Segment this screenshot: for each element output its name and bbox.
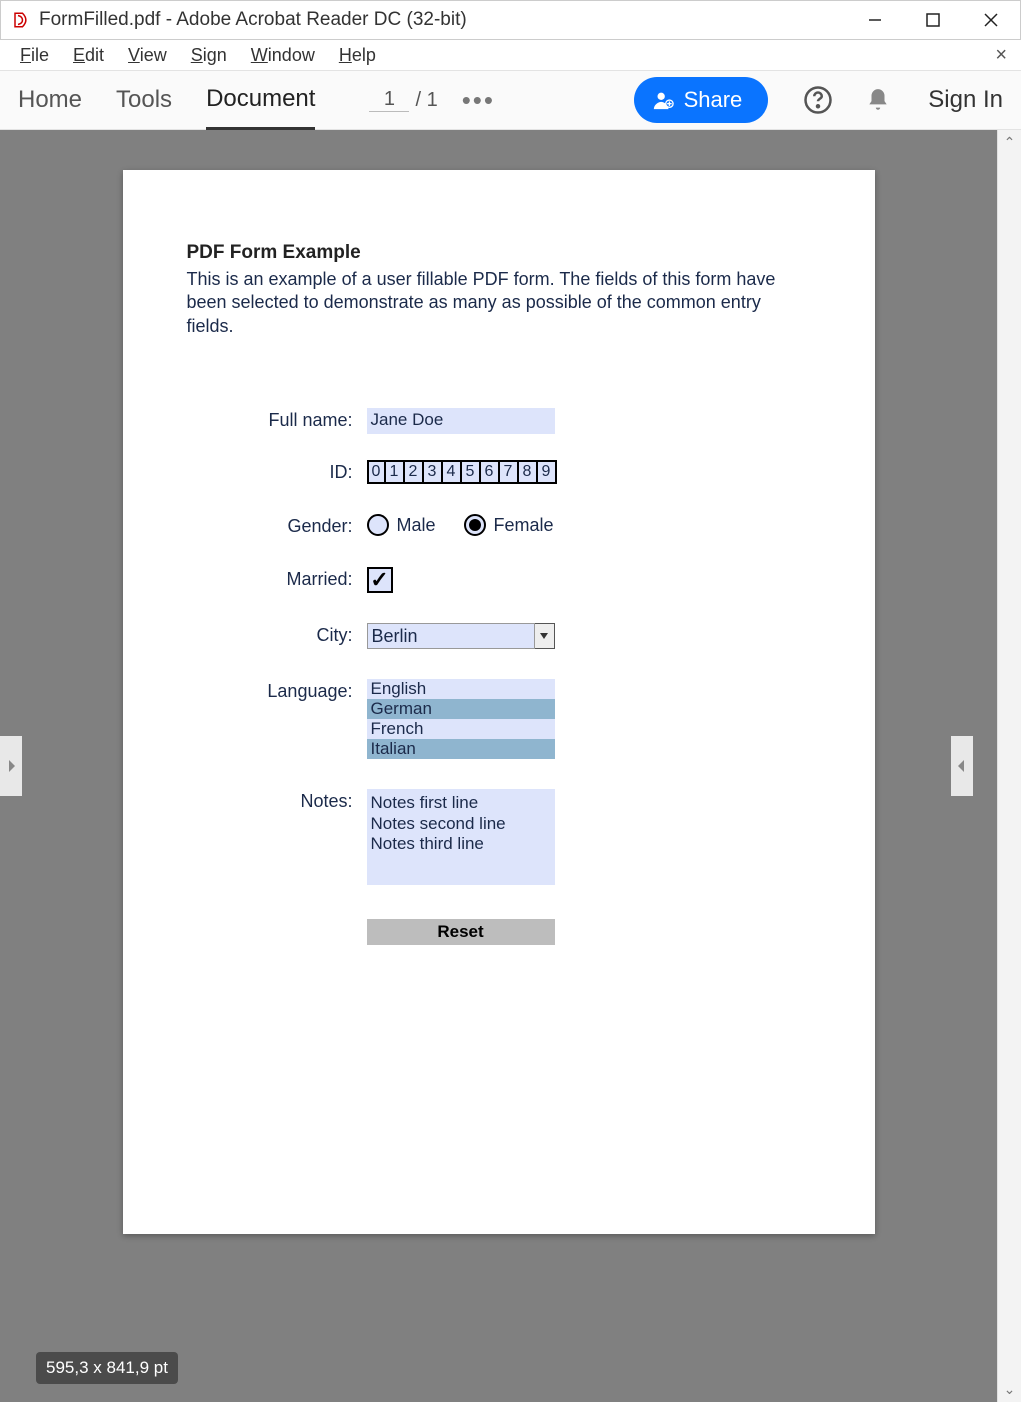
city-select-value: Berlin	[367, 623, 535, 649]
label-id: ID:	[187, 460, 367, 483]
menubar: File Edit View Sign Window Help ×	[0, 40, 1021, 70]
label-gender: Gender:	[187, 514, 367, 537]
more-tools-icon[interactable]: •••	[462, 85, 495, 116]
language-option[interactable]: German	[367, 699, 555, 719]
menu-sign[interactable]: Sign	[191, 45, 227, 66]
scroll-down-icon[interactable]: ⌄	[998, 1381, 1021, 1398]
page-heading: PDF Form Example	[187, 242, 811, 264]
married-checkbox[interactable]	[367, 567, 393, 593]
id-digit-box[interactable]: 9	[538, 460, 557, 484]
window-title: FormFilled.pdf - Adobe Acrobat Reader DC…	[39, 9, 467, 31]
id-digit-box[interactable]: 6	[481, 460, 500, 484]
label-notes: Notes:	[187, 789, 367, 812]
id-digit-box[interactable]: 0	[367, 460, 386, 484]
menu-help[interactable]: Help	[339, 45, 376, 66]
language-listbox[interactable]: EnglishGermanFrenchItalian	[367, 679, 555, 759]
menu-view[interactable]: View	[128, 45, 167, 66]
menu-file[interactable]: File	[20, 45, 49, 66]
menu-edit[interactable]: Edit	[73, 45, 104, 66]
window-minimize-button[interactable]	[846, 1, 904, 39]
left-panel-handle[interactable]	[0, 736, 22, 796]
gender-male-radio[interactable]	[367, 514, 389, 536]
share-button[interactable]: Share	[634, 77, 769, 123]
menu-window[interactable]: Window	[251, 45, 315, 66]
page-total: 1	[427, 89, 438, 112]
tab-tools[interactable]: Tools	[116, 72, 172, 128]
gender-female-label: Female	[494, 515, 554, 536]
acrobat-icon	[11, 10, 31, 30]
language-option[interactable]: Italian	[367, 739, 555, 759]
label-married: Married:	[187, 567, 367, 590]
window-titlebar: FormFilled.pdf - Adobe Acrobat Reader DC…	[0, 0, 1021, 40]
label-language: Language:	[187, 679, 367, 702]
tab-document[interactable]: Document	[206, 71, 315, 130]
id-digit-box[interactable]: 3	[424, 460, 443, 484]
id-digit-box[interactable]: 8	[519, 460, 538, 484]
bell-icon[interactable]	[858, 80, 898, 120]
page-indicator: 1 / 1	[369, 88, 437, 112]
city-select[interactable]: Berlin	[367, 623, 555, 649]
signin-link[interactable]: Sign In	[928, 86, 1003, 114]
right-panel-handle[interactable]	[951, 736, 973, 796]
fullname-field[interactable]: Jane Doe	[367, 408, 555, 434]
reset-button[interactable]: Reset	[367, 919, 555, 945]
share-person-icon	[652, 89, 674, 111]
gender-female-radio[interactable]	[464, 514, 486, 536]
language-option[interactable]: English	[367, 679, 555, 699]
notes-field[interactable]: Notes first line Notes second line Notes…	[367, 789, 555, 885]
id-digit-box[interactable]: 4	[443, 460, 462, 484]
id-digit-box[interactable]: 2	[405, 460, 424, 484]
id-digit-box[interactable]: 7	[500, 460, 519, 484]
vertical-scrollbar[interactable]: ⌃ ⌄	[997, 130, 1021, 1402]
label-city: City:	[187, 623, 367, 646]
window-close-button[interactable]	[962, 1, 1020, 39]
page-size-tooltip: 595,3 x 841,9 pt	[36, 1352, 178, 1384]
language-option[interactable]: French	[367, 719, 555, 739]
gender-male-label: Male	[397, 515, 436, 536]
page-current-input[interactable]: 1	[369, 88, 409, 112]
id-digit-box[interactable]: 1	[386, 460, 405, 484]
tab-home[interactable]: Home	[18, 72, 82, 128]
document-viewer: PDF Form Example This is an example of a…	[0, 130, 997, 1402]
scroll-up-icon[interactable]: ⌃	[998, 134, 1021, 151]
help-icon[interactable]	[798, 80, 838, 120]
page-intro: This is an example of a user fillable PD…	[187, 268, 811, 338]
share-label: Share	[684, 87, 743, 113]
toolbar: Home Tools Document 1 / 1 ••• Share Sign…	[0, 70, 1021, 130]
id-field[interactable]: 0123456789	[367, 460, 557, 484]
pdf-page: PDF Form Example This is an example of a…	[123, 170, 875, 1234]
chevron-down-icon[interactable]	[535, 623, 555, 649]
id-digit-box[interactable]: 5	[462, 460, 481, 484]
label-fullname: Full name:	[187, 408, 367, 431]
window-maximize-button[interactable]	[904, 1, 962, 39]
page-separator: /	[415, 89, 421, 112]
close-panel-icon[interactable]: ×	[995, 44, 1007, 67]
